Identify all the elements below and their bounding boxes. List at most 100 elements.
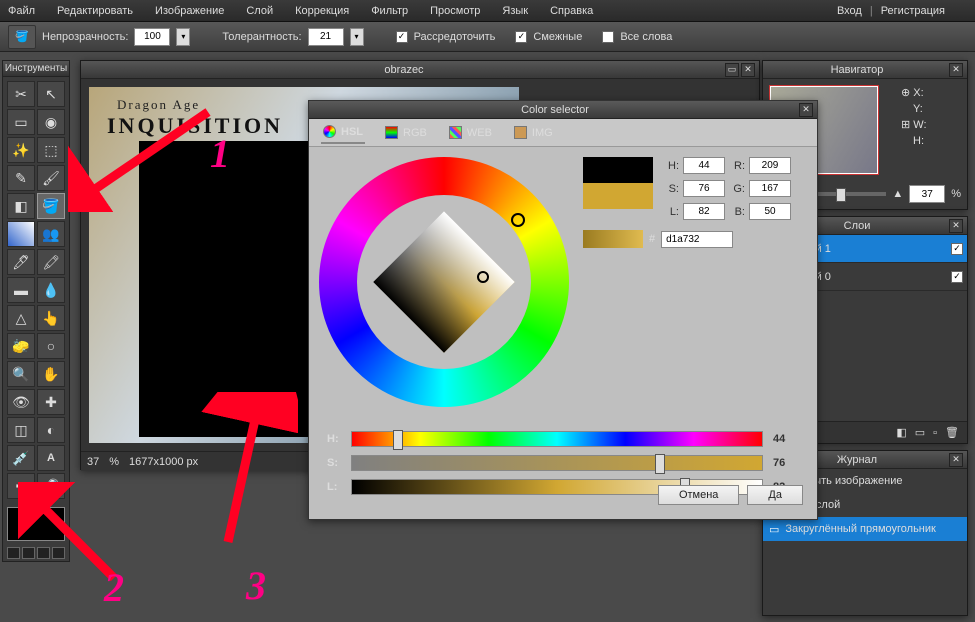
menu-help[interactable]: Справка [550,5,593,17]
close-icon[interactable]: ✕ [799,103,813,117]
hex-input[interactable] [661,231,733,248]
tab-img[interactable]: IMG [512,122,555,143]
foreground-color[interactable] [7,507,65,541]
opacity-input[interactable] [134,28,170,46]
menu-sep: | [870,5,873,17]
stamp-tool[interactable]: 🖊 [7,249,35,275]
ok-button[interactable]: Да [747,485,803,505]
clone-tool[interactable]: 👥 [37,221,65,247]
layer-new-icon[interactable]: ▫ [933,427,937,439]
crop-tool[interactable]: ✂ [7,81,35,107]
hue-indicator[interactable] [511,213,525,227]
history-item[interactable]: ▭ Закруглённый прямоугольник [763,517,967,541]
hue-slider[interactable] [351,431,763,447]
smudge-tool[interactable]: 👆 [37,305,65,331]
menu-bar: Файл Редактировать Изображение Слой Корр… [0,0,975,22]
draw-tool[interactable]: ◫ [7,417,35,443]
tools-title: Инструменты [3,61,69,77]
eyedrop-tool[interactable]: 💉 [7,445,35,471]
tools-panel: Инструменты ✂ ↖ ▭ ◉ ✨ ⬚ ✎ 🖌 ◧ 🪣 👥 🖊 🖍 ▬ … [2,60,70,562]
menu-view[interactable]: Просмотр [430,5,480,17]
cb-contiguous-label: Смежные [533,31,582,43]
menu-image[interactable]: Изображение [155,5,224,17]
cancel-button[interactable]: Отмена [658,485,739,505]
type-tool[interactable]: A [37,445,65,471]
redeye-tool[interactable]: 👁 [7,389,35,415]
menu-layer[interactable]: Слой [246,5,273,17]
close-icon[interactable]: ✕ [949,219,963,233]
menu-filter[interactable]: Фильтр [371,5,408,17]
tab-hsl[interactable]: HSL [321,121,365,144]
nav-zoom-input[interactable] [909,185,945,203]
brush-tool[interactable]: 🖌 [37,165,65,191]
menu-file[interactable]: Файл [8,5,35,17]
color-selector-title: Color selector [313,104,797,116]
g-input[interactable] [749,180,791,197]
layer-delete-icon[interactable]: 🗑 [945,426,959,439]
search-tool[interactable]: 🔎 [37,473,65,499]
layer-visible-checkbox[interactable]: ✓ [951,271,963,283]
minimize-button[interactable]: ▭ [725,63,739,77]
options-bar: 🪣 Непрозрачность: ▾ Толерантность: ▾ ✓ Р… [0,22,975,52]
login-link[interactable]: Вход [837,5,862,17]
s-input[interactable] [683,180,725,197]
shape-tool[interactable]: ▬ [7,277,35,303]
blur-tool[interactable]: 💧 [37,277,65,303]
cb-alllayers-label: Все слова [620,31,672,43]
replace-tool[interactable]: 🖍 [37,249,65,275]
mini-swatch[interactable] [7,547,20,559]
menu-edit[interactable]: Редактировать [57,5,133,17]
navigator-info: ⊕ X: Y: ⊞ W: H: [897,79,967,155]
marquee-tool[interactable]: ▭ [7,109,35,135]
cb-contiguous[interactable]: ✓ [515,31,527,43]
lasso-tool[interactable]: ◉ [37,109,65,135]
burn-tool[interactable]: ◐ [37,417,65,443]
tolerance-dropdown[interactable]: ▾ [350,28,364,46]
tolerance-input[interactable] [308,28,344,46]
l-input[interactable] [683,203,725,220]
sat-slider[interactable] [351,455,763,471]
hex-swatch [583,230,643,248]
move-tool[interactable]: ↖ [37,81,65,107]
mini-swatch[interactable] [22,547,35,559]
r-input[interactable] [749,157,791,174]
dodge-tool[interactable]: ○ [37,333,65,359]
color-wheel[interactable] [319,157,569,407]
h-input[interactable] [683,157,725,174]
menu-lang[interactable]: Язык [502,5,528,17]
game-logo-2: INQUISITION [107,113,283,139]
layer-visible-checkbox[interactable]: ✓ [951,243,963,255]
navigator-title: Навигатор [767,64,947,76]
close-button[interactable]: ✕ [741,63,755,77]
register-link[interactable]: Регистрация [881,5,945,17]
sharpen-tool[interactable]: △ [7,305,35,331]
zoom-tool[interactable]: 🔍 [7,361,35,387]
color-preview-old [583,157,653,183]
hand-tool[interactable]: ✋ [37,361,65,387]
cb-alllayers[interactable] [602,31,614,43]
sponge-tool[interactable]: 🧽 [7,333,35,359]
mini-swatch[interactable] [52,547,65,559]
cb-antialias[interactable]: ✓ [396,31,408,43]
tab-web[interactable]: WEB [447,122,494,143]
close-icon[interactable]: ✕ [949,63,963,77]
sv-indicator[interactable] [477,271,489,283]
close-icon[interactable]: ✕ [949,453,963,467]
layer-settings-icon[interactable]: ◧ [896,426,906,439]
eraser-tool[interactable]: ◧ [7,193,35,219]
gradient-tool[interactable] [7,221,35,247]
pen-tool[interactable]: ✒ [7,473,35,499]
menu-adjust[interactable]: Коррекция [295,5,349,17]
select-tool[interactable]: ⬚ [37,137,65,163]
mini-swatch[interactable] [37,547,50,559]
pencil-tool[interactable]: ✎ [7,165,35,191]
tab-rgb[interactable]: RGB [383,122,429,143]
zoom-in-icon[interactable]: ▲ [892,188,903,200]
wand-tool[interactable]: ✨ [7,137,35,163]
bucket-tool[interactable]: 🪣 [37,193,65,219]
opacity-dropdown[interactable]: ▾ [176,28,190,46]
layer-mask-icon[interactable]: ▭ [915,426,925,439]
workspace: Инструменты ✂ ↖ ▭ ◉ ✨ ⬚ ✎ 🖌 ◧ 🪣 👥 🖊 🖍 ▬ … [0,52,975,622]
b-input[interactable] [749,203,791,220]
heal-tool[interactable]: ✚ [37,389,65,415]
